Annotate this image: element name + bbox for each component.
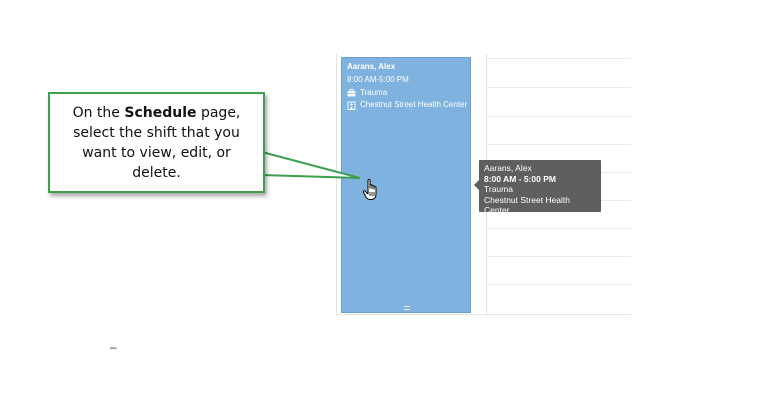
shift-time: 8:00 AM-5:00 PM	[347, 75, 409, 84]
shift-resize-handle[interactable]	[404, 306, 410, 310]
briefcase-icon	[347, 88, 356, 97]
grid-line	[336, 54, 337, 316]
tooltip-department: Trauma	[484, 184, 513, 194]
callout-text-emphasis: Schedule	[124, 104, 197, 121]
instruction-callout: On the Schedule page, select the shift t…	[48, 92, 265, 193]
tooltip-name: Aarans, Alex	[484, 163, 532, 173]
shift-department-row: Trauma	[347, 88, 387, 97]
shift-block[interactable]: Aarans, Alex 8:00 AM-5:00 PM Trauma Ches…	[341, 57, 471, 313]
stray-mark: –	[110, 340, 117, 354]
tooltip-time: 8:00 AM - 5:00 PM	[484, 173, 556, 184]
tooltip-location: Chestnut Street Health Center	[484, 194, 570, 216]
screenshot-stage: Aarans, Alex 8:00 AM-5:00 PM Trauma Ches…	[0, 0, 767, 414]
shift-location-row: Chestnut Street Health Center	[347, 100, 468, 110]
grid-line	[486, 256, 631, 257]
callout-text-prefix: On the	[72, 104, 125, 121]
callout-text: On the Schedule page, select the shift t…	[60, 103, 253, 183]
shift-tooltip: Aarans, Alex 8:00 AM - 5:00 PM Trauma Ch…	[474, 160, 601, 215]
shift-department: Trauma	[360, 88, 388, 97]
grid-line	[486, 284, 631, 285]
grid-line	[486, 228, 631, 229]
grid-line	[486, 58, 631, 59]
hospital-building-icon	[347, 101, 356, 110]
grid-line	[486, 116, 631, 117]
grid-line	[486, 87, 631, 88]
grid-line	[336, 314, 631, 315]
shift-employee-name: Aarans, Alex	[347, 62, 396, 71]
grid-line	[486, 144, 631, 145]
shift-location: Chestnut Street Health Center	[360, 100, 468, 109]
hand-cursor-icon	[362, 178, 382, 202]
